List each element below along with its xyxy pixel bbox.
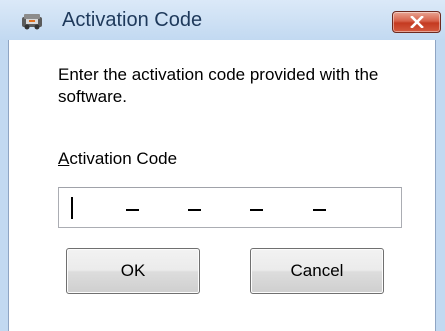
ok-button[interactable]: OK xyxy=(66,248,200,294)
window-title: Activation Code xyxy=(62,9,203,31)
activation-dialog: Activation Code Enter the activation cod… xyxy=(0,0,445,331)
text-caret xyxy=(71,197,73,219)
cancel-button[interactable]: Cancel xyxy=(250,248,384,294)
code-separator-2 xyxy=(188,209,201,211)
title-bar[interactable]: Activation Code xyxy=(0,0,445,40)
activation-code-input[interactable] xyxy=(58,187,402,228)
code-separator-1 xyxy=(126,209,139,211)
code-separator-4 xyxy=(313,209,326,211)
close-button[interactable] xyxy=(392,11,441,33)
instruction-text: Enter the activation code provided with … xyxy=(58,65,379,106)
code-separator-3 xyxy=(250,209,263,211)
activation-app-icon xyxy=(20,11,44,31)
label-accelerator: A xyxy=(58,149,70,168)
close-icon xyxy=(410,16,424,28)
activation-code-label: Activation Code xyxy=(58,149,177,169)
label-rest: ctivation Code xyxy=(69,149,178,168)
